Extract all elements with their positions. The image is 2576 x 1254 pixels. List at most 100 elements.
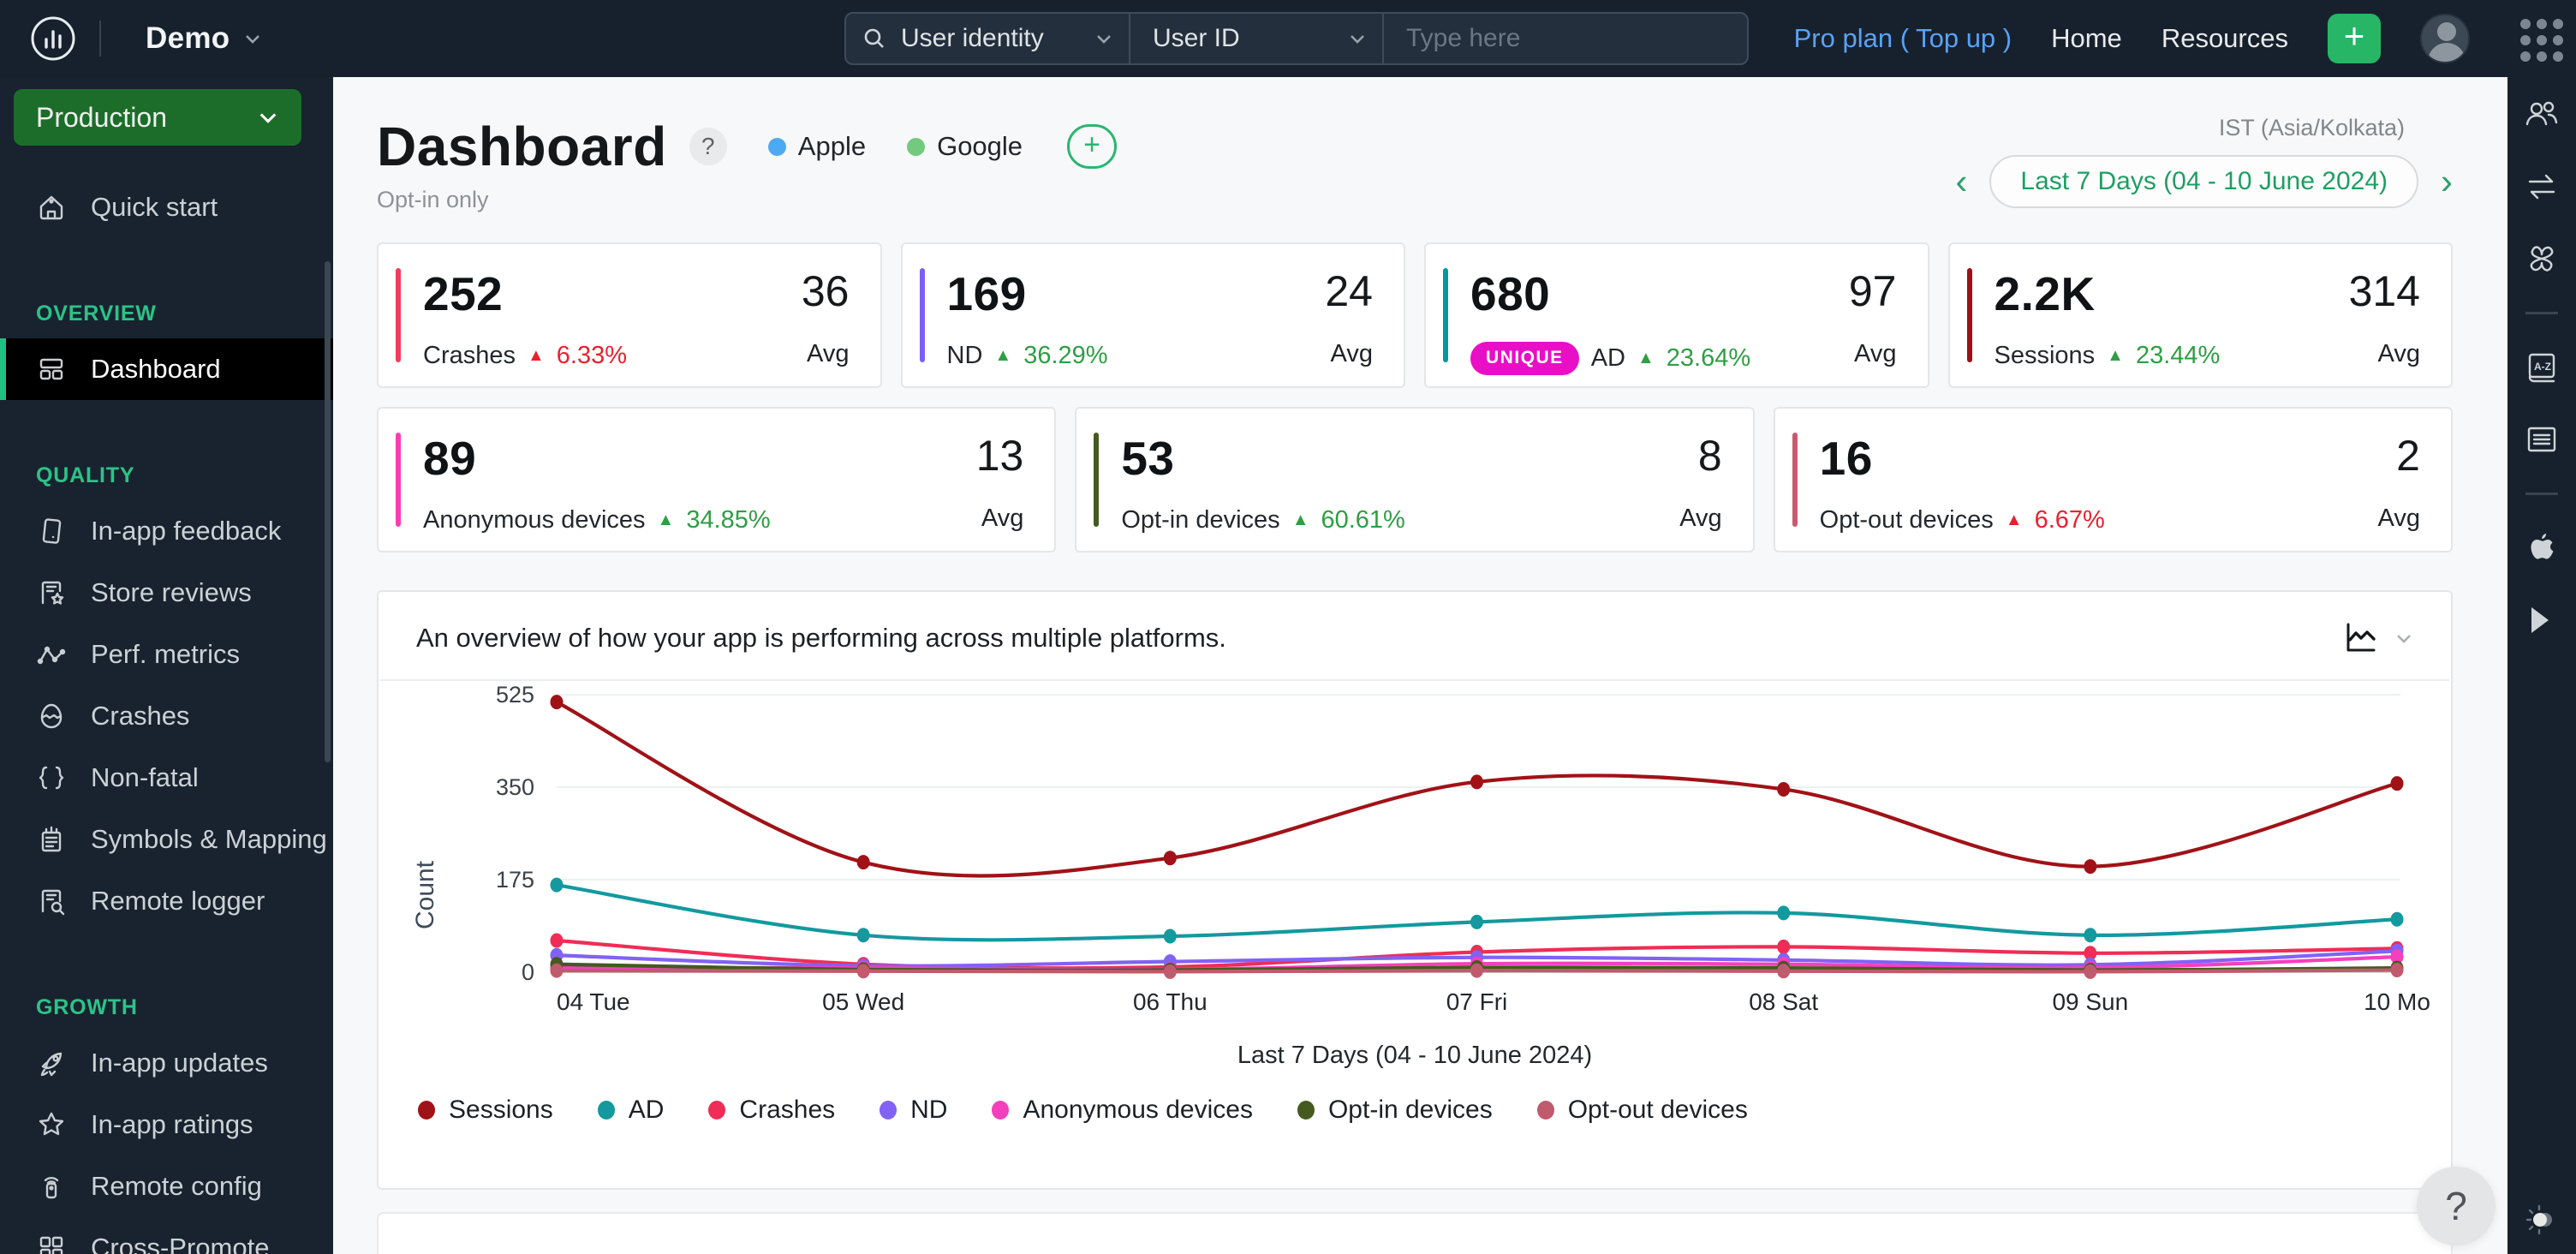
date-range-selector[interactable]: Last 7 Days (04 - 10 June 2024) bbox=[1989, 155, 2418, 208]
sidebar-section-overview: OVERVIEW bbox=[36, 302, 157, 325]
stat-value: 89 bbox=[423, 432, 477, 485]
sidebar-item-remote-logger[interactable]: Remote logger bbox=[0, 870, 333, 932]
sidebar-item-dashboard[interactable]: Dashboard bbox=[0, 338, 333, 400]
grid-squares-icon bbox=[36, 1233, 67, 1254]
sidebar-scrollbar[interactable] bbox=[325, 261, 331, 762]
trend-up-icon: ▲ bbox=[1291, 511, 1309, 529]
svg-text:09 Sun: 09 Sun bbox=[2052, 988, 2128, 1015]
help-fab-button[interactable]: ? bbox=[2417, 1167, 2496, 1245]
crash-egg-icon bbox=[36, 701, 67, 732]
dashboard-icon bbox=[36, 354, 67, 385]
google-play-icon[interactable] bbox=[2523, 601, 2561, 639]
platform-google[interactable]: Google bbox=[907, 131, 1023, 162]
project-selector[interactable]: Demo bbox=[146, 21, 262, 56]
plan-topup-link[interactable]: Pro plan ( Top up ) bbox=[1794, 23, 2012, 54]
title-help-button[interactable]: ? bbox=[689, 128, 727, 165]
legend-item[interactable]: Sessions bbox=[418, 1096, 553, 1125]
sidebar-item-non-fatal[interactable]: Non-fatal bbox=[0, 747, 333, 809]
line-chart: 0 175 350 525 Count 04 Tue 05 Wed 06 Thu 07 Fri 0… bbox=[411, 682, 2430, 1015]
apple-icon[interactable] bbox=[2523, 529, 2561, 567]
stat-card-ad: 680 UNIQUE AD ▲ 23.64% 97 Avg bbox=[1424, 242, 1929, 388]
resources-link[interactable]: Resources bbox=[2162, 23, 2288, 54]
add-platform-button[interactable]: + bbox=[1067, 124, 1118, 169]
sidebar-item-store-reviews[interactable]: Store reviews bbox=[0, 562, 333, 624]
chart-area: 0 175 350 525 Count 04 Tue 05 Wed 06 Thu 07 Fri 0… bbox=[379, 681, 2451, 1125]
legend-label: Crashes bbox=[739, 1096, 836, 1124]
search-field-dropdown[interactable]: User ID bbox=[1129, 14, 1382, 63]
avg-label: Avg bbox=[2377, 340, 2420, 367]
sidebar-item-crashes[interactable]: Crashes bbox=[0, 685, 333, 747]
legend-item[interactable]: Opt-out devices bbox=[1536, 1096, 1748, 1125]
svg-text:04 Tue: 04 Tue bbox=[557, 988, 630, 1015]
stat-label: Sessions bbox=[1994, 342, 2096, 369]
sidebar-item-quick-start[interactable]: Quick start bbox=[0, 176, 333, 238]
legend-label: ND bbox=[910, 1096, 948, 1124]
legend-item[interactable]: Anonymous devices bbox=[992, 1096, 1253, 1125]
sidebar-item-in-app-feedback[interactable]: In-app feedback bbox=[0, 500, 333, 562]
legend-item[interactable]: Opt-in devices bbox=[1297, 1096, 1493, 1125]
theme-toggle-icon[interactable] bbox=[2523, 1201, 2561, 1239]
avg-label: Avg bbox=[1679, 505, 1722, 532]
right-rail: A-Z bbox=[2507, 0, 2576, 1254]
user-avatar[interactable] bbox=[2420, 14, 2470, 63]
legend-item[interactable]: Crashes bbox=[708, 1096, 835, 1125]
legend-label: AD bbox=[628, 1096, 665, 1124]
stat-delta: 60.61% bbox=[1321, 506, 1405, 534]
chevron-down-icon bbox=[1097, 35, 1111, 44]
sidebar-item-symbols-mapping[interactable]: Symbols & Mapping bbox=[0, 809, 333, 870]
top-bar: Demo User identity User ID Type here Pro… bbox=[0, 0, 2507, 77]
environment-selector[interactable]: Production bbox=[14, 89, 301, 146]
doc-search-icon bbox=[36, 886, 67, 917]
apple-dot-icon bbox=[767, 137, 786, 156]
stat-value: 53 bbox=[1121, 432, 1175, 485]
legend-item[interactable]: AD bbox=[597, 1096, 665, 1125]
clover-icon[interactable] bbox=[2523, 240, 2561, 278]
users-icon[interactable] bbox=[2523, 96, 2561, 134]
svg-text:07 Fri: 07 Fri bbox=[1446, 988, 1508, 1015]
phone-feedback-icon bbox=[36, 516, 67, 546]
search-input[interactable]: Type here bbox=[1382, 14, 1747, 63]
svg-text:175: 175 bbox=[496, 867, 534, 893]
home-link[interactable]: Home bbox=[2051, 23, 2122, 54]
chart-description: An overview of how your app is performin… bbox=[416, 623, 1226, 653]
stat-card-nd: 169 ND ▲ 36.29% 24 Avg bbox=[900, 242, 1405, 388]
create-new-button[interactable]: + bbox=[2328, 14, 2381, 63]
platform-apple[interactable]: Apple bbox=[767, 131, 867, 162]
sidebar-item-in-app-updates[interactable]: In-app updates bbox=[0, 1032, 333, 1094]
stat-card-sessions: 2.2K Sessions ▲ 23.44% 314 Avg bbox=[1947, 242, 2453, 388]
date-next-button[interactable]: › bbox=[2441, 164, 2453, 200]
google-dot-icon bbox=[907, 137, 926, 156]
stat-delta: 36.29% bbox=[1023, 342, 1108, 369]
search-scope-value: User identity bbox=[901, 24, 1044, 52]
sidebar-item-perf-metrics[interactable]: Perf. metrics bbox=[0, 624, 333, 685]
card-accent bbox=[1094, 433, 1100, 527]
chart-type-selector[interactable] bbox=[2343, 621, 2413, 655]
svg-text:10 Mo: 10 Mo bbox=[2364, 988, 2430, 1015]
glossary-a-z-icon[interactable]: A-Z bbox=[2523, 349, 2561, 386]
search-scope-dropdown[interactable]: User identity bbox=[846, 14, 1129, 63]
list-icon[interactable] bbox=[2523, 421, 2561, 458]
stat-delta: 23.64% bbox=[1666, 344, 1751, 372]
date-prev-button[interactable]: ‹ bbox=[1955, 164, 1967, 200]
apps-grid-icon[interactable] bbox=[2520, 19, 2563, 62]
sidebar-item-cross-promote[interactable]: Cross-Promote bbox=[0, 1217, 333, 1254]
sidebar-item-label: In-app updates bbox=[91, 1048, 268, 1078]
sidebar-item-in-app-ratings[interactable]: In-app ratings bbox=[0, 1094, 333, 1155]
svg-text:08 Sat: 08 Sat bbox=[1749, 988, 1818, 1015]
search-bar: User identity User ID Type here bbox=[844, 12, 1749, 65]
brand: Demo bbox=[29, 15, 262, 63]
legend-dot-icon bbox=[992, 1101, 1010, 1120]
legend-item[interactable]: ND bbox=[880, 1096, 947, 1125]
sidebar-section-quality: QUALITY bbox=[36, 463, 135, 487]
sidebar-section-growth: GROWTH bbox=[36, 995, 138, 1019]
sidebar-item-label: Symbols & Mapping bbox=[91, 824, 327, 854]
platform-label: Apple bbox=[797, 131, 867, 161]
stat-value: 252 bbox=[423, 267, 504, 320]
app-logo-icon bbox=[31, 16, 75, 61]
swap-arrows-icon[interactable] bbox=[2523, 168, 2561, 206]
search-field-value: User ID bbox=[1153, 24, 1240, 52]
stat-value: 169 bbox=[946, 267, 1027, 320]
sidebar-item-remote-config[interactable]: Remote config bbox=[0, 1155, 333, 1217]
rocket-icon bbox=[36, 1048, 67, 1078]
trend-up-icon: ▲ bbox=[528, 346, 545, 365]
